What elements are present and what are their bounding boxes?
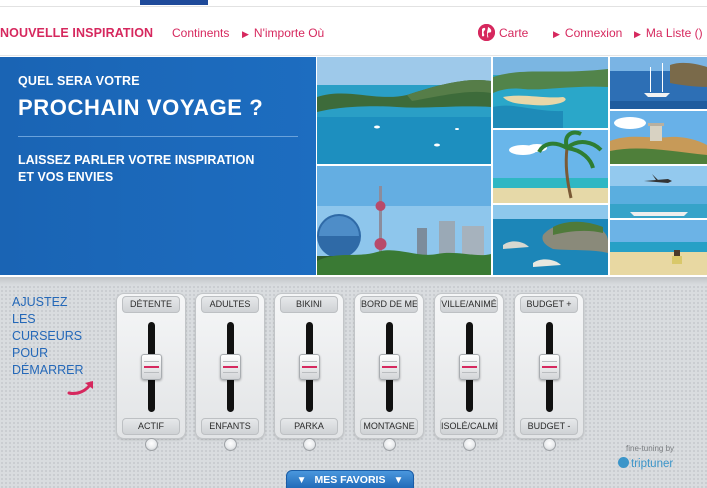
slider-reset-button[interactable] <box>224 438 237 451</box>
slider-knob[interactable] <box>379 354 400 380</box>
hero-divider <box>18 136 298 137</box>
slider-knob[interactable] <box>459 354 480 380</box>
slider-bottom-label: ENFANTS <box>201 418 259 435</box>
hero-line-1: QUEL SERA VOTRE <box>18 74 140 88</box>
photo-palm-beach[interactable] <box>493 130 608 203</box>
nav-continents-label: Continents <box>172 26 230 40</box>
slider-top-label: BIKINI <box>280 296 338 313</box>
page: NOUVELLE INSPIRATION Continents ▶ N'impor… <box>0 0 707 488</box>
slider-bottom-label: MONTAGNE <box>360 418 418 435</box>
nav-ma-liste[interactable]: ▶ Ma Liste () <box>634 26 703 40</box>
nav-nimporte-ou-label: N'importe Où <box>253 26 325 40</box>
slider-knob[interactable] <box>220 354 241 380</box>
photo-rocky-coast[interactable] <box>493 205 608 275</box>
slider-bottom-label: ISOLÉ/CALME <box>440 418 498 435</box>
navigation-bar: NOUVELLE INSPIRATION Continents ▶ N'impor… <box>0 8 707 56</box>
trip-tuner-panel: AJUSTEZ LES CURSEURS POUR DÉMARRER DÉTEN… <box>0 277 707 488</box>
slider-knob[interactable] <box>539 354 560 380</box>
triangle-right-icon: ▶ <box>553 29 560 39</box>
photo-harbor-boats[interactable] <box>610 57 707 109</box>
triptuner-logo[interactable]: triptuner <box>618 457 673 470</box>
photo-coastal-bay[interactable] <box>317 57 491 164</box>
nav-nimporte-ou[interactable]: ▶ N'importe Où <box>242 26 324 40</box>
triangle-right-icon: ▶ <box>634 29 641 39</box>
slider-bottom-label: BUDGET - <box>520 418 578 435</box>
favorites-button[interactable]: ▼ MES FAVORIS ▼ <box>286 470 414 488</box>
slider-ville-isole: VILLE/ANIMÉ ISOLÉ/CALME <box>434 293 504 451</box>
slider-reset-button[interactable] <box>383 438 396 451</box>
triptuner-logo-text: triptuner <box>631 458 674 470</box>
top-strip <box>0 0 707 8</box>
triangle-right-icon: ▶ <box>242 29 249 39</box>
nav-connexion-label: Connexion <box>564 26 623 40</box>
slider-budget: BUDGET + BUDGET - <box>514 293 584 451</box>
hero-line-3: LAISSEZ PARLER VOTRE INSPIRATION <box>18 153 255 167</box>
globe-icon[interactable] <box>478 24 495 41</box>
photo-coastal-tower[interactable] <box>610 111 707 164</box>
nav-connexion[interactable]: ▶ Connexion <box>553 26 622 40</box>
slider-knob[interactable] <box>141 354 162 380</box>
triangle-down-icon: ▼ <box>296 475 307 486</box>
tuner-top-edge <box>0 277 707 285</box>
hero-line-4: ET VOS ENVIES <box>18 170 114 184</box>
photo-city-skyline[interactable] <box>317 166 491 275</box>
slider-adultes-enfants: ADULTES ENFANTS <box>195 293 265 451</box>
photo-lagoon-beach[interactable] <box>493 57 608 128</box>
hero-banner: QUEL SERA VOTRE PROCHAIN VOYAGE ? LAISSE… <box>0 57 316 275</box>
nav-ma-liste-label: Ma Liste () <box>645 26 703 40</box>
slider-reset-button[interactable] <box>543 438 556 451</box>
favorites-label: MES FAVORIS <box>314 474 386 486</box>
photo-sandy-beach[interactable] <box>610 220 707 275</box>
tuner-instructions: AJUSTEZ LES CURSEURS POUR DÉMARRER <box>12 294 84 379</box>
triptuner-logo-icon <box>618 457 629 468</box>
slider-knob[interactable] <box>299 354 320 380</box>
instruction-line: AJUSTEZ <box>12 295 68 309</box>
slider-reset-button[interactable] <box>463 438 476 451</box>
nav-carte[interactable]: Carte <box>499 26 528 40</box>
instruction-line: DÉMARRER <box>12 363 84 377</box>
slider-bottom-label: PARKA <box>280 418 338 435</box>
hero-headline: PROCHAIN VOYAGE ? <box>18 95 264 120</box>
slider-top-label: DÉTENTE <box>122 296 180 313</box>
instruction-line: LES <box>12 312 36 326</box>
slider-top-label: BUDGET + <box>520 296 578 313</box>
triangle-down-icon: ▼ <box>393 475 404 486</box>
instruction-line: CURSEURS <box>12 329 83 343</box>
slider-bottom-label: ACTIF <box>122 418 180 435</box>
slider-top-label: BORD DE MER <box>360 296 418 313</box>
slider-top-label: ADULTES <box>201 296 259 313</box>
instruction-line: POUR <box>12 346 49 360</box>
slider-reset-button[interactable] <box>303 438 316 451</box>
brand-title[interactable]: NOUVELLE INSPIRATION <box>0 26 153 40</box>
slider-bikini-parka: BIKINI PARKA <box>274 293 344 451</box>
active-top-tab[interactable] <box>140 0 208 5</box>
slider-detente-actif: DÉTENTE ACTIF <box>116 293 186 451</box>
fine-tuning-caption: fine-tuning by <box>626 444 675 453</box>
top-divider <box>0 6 707 7</box>
nav-carte-label: Carte <box>499 26 529 40</box>
nav-continents[interactable]: Continents <box>172 26 229 40</box>
slider-top-label: VILLE/ANIMÉ <box>440 296 498 313</box>
slider-bord-de-mer-montagne: BORD DE MER MONTAGNE <box>354 293 424 451</box>
curved-arrow-icon <box>67 379 97 402</box>
photo-aerial-plane[interactable] <box>610 166 707 218</box>
slider-reset-button[interactable] <box>145 438 158 451</box>
